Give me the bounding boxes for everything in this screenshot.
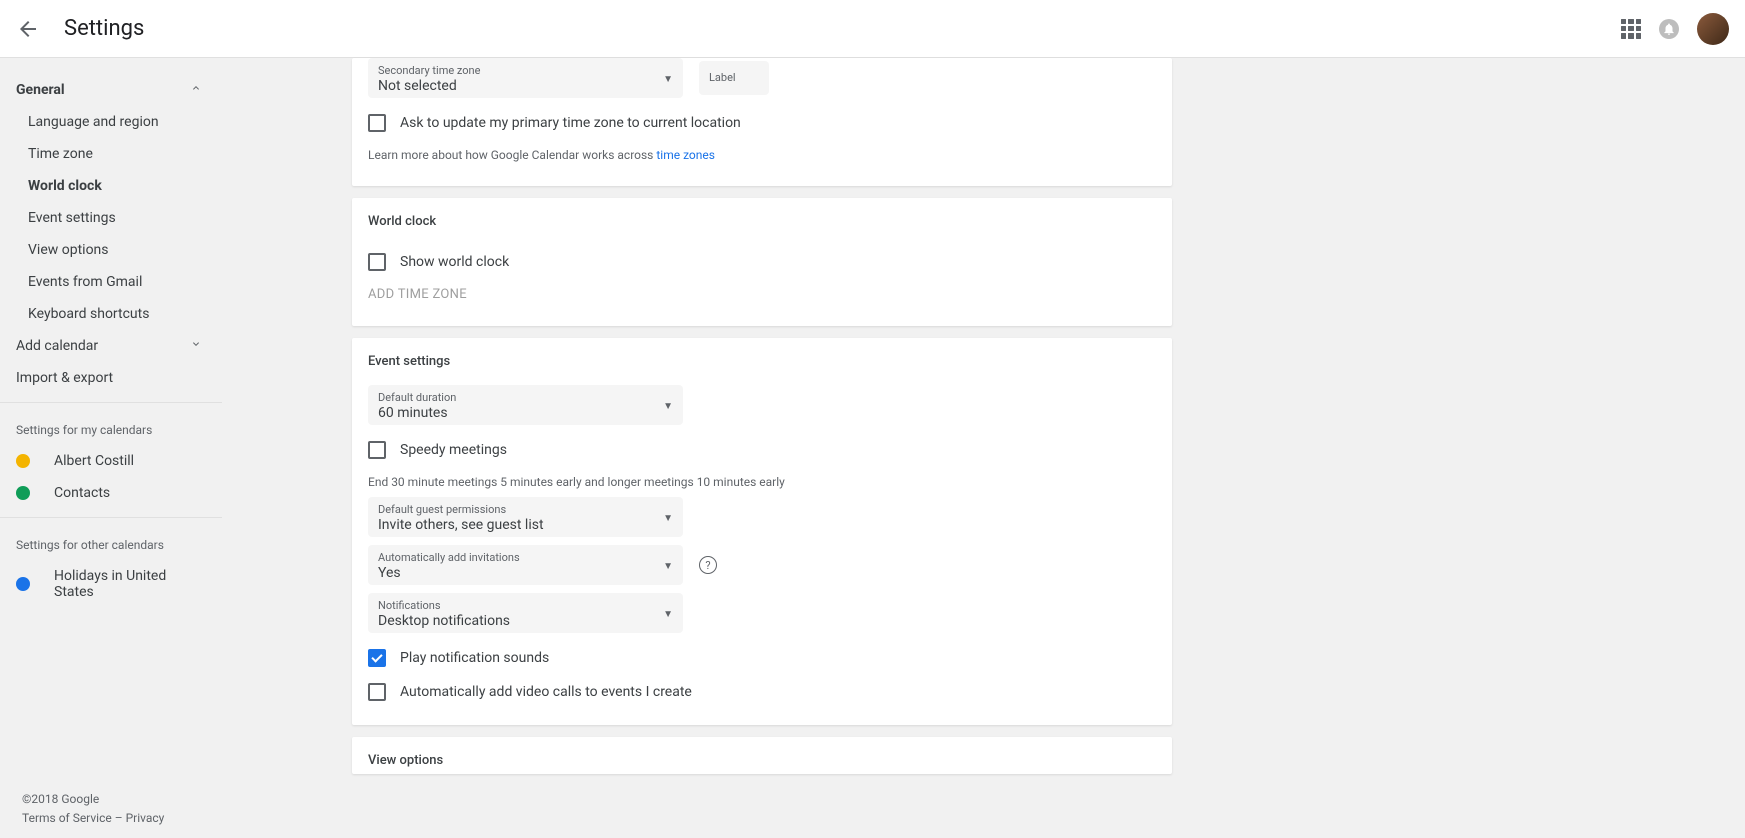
sidebar-footer: ©2018 Google Terms of Service – Privacy	[22, 790, 164, 828]
select-label: Secondary time zone	[378, 64, 480, 77]
help-icon[interactable]: ?	[699, 556, 717, 574]
back-arrow-icon[interactable]	[16, 17, 40, 41]
sidebar-item-viewoptions[interactable]: View options	[0, 234, 222, 266]
secondary-timezone-select[interactable]: Secondary time zone Not selected ▼	[368, 58, 683, 98]
sidebar: General Language and region Time zone Wo…	[0, 58, 222, 814]
main-content: Secondary time zone Not selected ▼ Label…	[222, 58, 1172, 814]
dropdown-arrow-icon: ▼	[663, 401, 673, 412]
select-value: Desktop notifications	[378, 613, 510, 629]
timezones-link[interactable]: time zones	[656, 148, 715, 162]
auto-invitations-select[interactable]: Automatically add invitations Yes ▼	[368, 545, 683, 585]
notifications-icon[interactable]	[1659, 19, 1679, 39]
timezone-hint: Learn more about how Google Calendar wor…	[368, 148, 1156, 162]
apps-icon[interactable]	[1621, 19, 1641, 39]
show-worldclock-checkbox[interactable]	[368, 253, 386, 271]
calendar-item[interactable]: Albert Costill	[0, 445, 222, 477]
app-header: Settings	[0, 0, 1745, 58]
card-eventsettings: Event settings Default duration 60 minut…	[352, 338, 1172, 725]
sidebar-addcalendar-label: Add calendar	[16, 338, 98, 354]
calendar-item-label: Albert Costill	[54, 453, 134, 469]
sidebar-item-language[interactable]: Language and region	[0, 106, 222, 138]
sidebar-item-worldclock[interactable]: World clock	[0, 170, 222, 202]
card-title: View options	[352, 737, 1172, 774]
dropdown-arrow-icon: ▼	[663, 74, 673, 85]
notifications-select[interactable]: Notifications Desktop notifications ▼	[368, 593, 683, 633]
speedy-meetings-checkbox[interactable]	[368, 441, 386, 459]
dropdown-arrow-icon: ▼	[663, 609, 673, 620]
calendar-item-label: Holidays in United States	[54, 568, 206, 600]
guest-permissions-select[interactable]: Default guest permissions Invite others,…	[368, 497, 683, 537]
checkbox-label: Speedy meetings	[400, 442, 507, 458]
sidebar-general-label: General	[16, 82, 65, 98]
chevron-up-icon	[190, 82, 202, 98]
sidebar-importexport[interactable]: Import & export	[0, 362, 222, 394]
user-avatar[interactable]	[1697, 13, 1729, 45]
default-duration-select[interactable]: Default duration 60 minutes ▼	[368, 385, 683, 425]
calendar-item-label: Contacts	[54, 485, 110, 501]
dropdown-arrow-icon: ▼	[663, 513, 673, 524]
select-value: Invite others, see guest list	[378, 517, 544, 533]
footer-copyright: ©2018 Google	[22, 790, 164, 809]
auto-video-checkbox[interactable]	[368, 683, 386, 701]
ask-update-timezone-checkbox[interactable]	[368, 114, 386, 132]
sidebar-general[interactable]: General	[0, 74, 222, 106]
card-worldclock: World clock Show world clock ADD TIME ZO…	[352, 198, 1172, 326]
card-viewoptions: View options	[352, 737, 1172, 774]
checkbox-label: Automatically add video calls to events …	[400, 684, 692, 700]
sidebar-addcalendar[interactable]: Add calendar	[0, 330, 222, 362]
header-left: Settings	[16, 16, 144, 41]
select-label: Default guest permissions	[378, 503, 544, 516]
calendar-item[interactable]: Holidays in United States	[0, 560, 222, 608]
calendar-color-dot	[16, 454, 30, 468]
card-timezone: Secondary time zone Not selected ▼ Label…	[352, 58, 1172, 186]
checkbox-label: Play notification sounds	[400, 650, 549, 666]
select-value: Not selected	[378, 78, 480, 94]
dropdown-arrow-icon: ▼	[663, 561, 673, 572]
sidebar-mycalendars-label: Settings for my calendars	[0, 415, 222, 445]
select-label: Automatically add invitations	[378, 551, 520, 564]
calendar-color-dot	[16, 486, 30, 500]
calendar-color-dot	[16, 577, 30, 591]
footer-terms-link[interactable]: Terms of Service	[22, 811, 112, 825]
sidebar-item-gmail[interactable]: Events from Gmail	[0, 266, 222, 298]
sidebar-item-shortcuts[interactable]: Keyboard shortcuts	[0, 298, 222, 330]
select-label: Default duration	[378, 391, 456, 404]
select-value: 60 minutes	[378, 405, 456, 421]
calendar-item[interactable]: Contacts	[0, 477, 222, 509]
checkbox-label: Ask to update my primary time zone to cu…	[400, 115, 741, 131]
chevron-down-icon	[190, 338, 202, 354]
header-right	[1621, 13, 1729, 45]
card-title: Event settings	[352, 338, 1172, 385]
select-label: Notifications	[378, 599, 510, 612]
select-value: Yes	[378, 565, 520, 581]
page-title: Settings	[64, 16, 144, 41]
sidebar-item-eventsettings[interactable]: Event settings	[0, 202, 222, 234]
play-sounds-checkbox[interactable]	[368, 649, 386, 667]
card-title: World clock	[352, 198, 1172, 245]
checkbox-label: Show world clock	[400, 254, 509, 270]
sidebar-othercalendars-label: Settings for other calendars	[0, 530, 222, 560]
sidebar-item-timezone[interactable]: Time zone	[0, 138, 222, 170]
select-label: Label	[709, 71, 736, 84]
add-timezone-button: ADD TIME ZONE	[368, 279, 1156, 310]
footer-privacy-link[interactable]: Privacy	[126, 811, 165, 825]
timezone-label-input[interactable]: Label	[699, 61, 769, 95]
speedy-hint: End 30 minute meetings 5 minutes early a…	[368, 475, 1156, 489]
footer-sep: –	[112, 811, 126, 825]
